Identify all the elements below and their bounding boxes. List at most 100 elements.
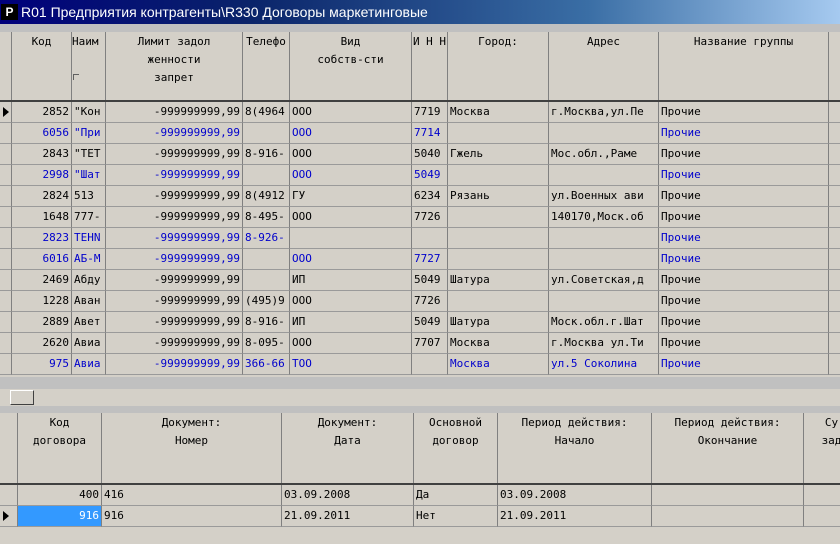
row-indicator[interactable] bbox=[0, 312, 12, 333]
cell-inn[interactable]: 7727 bbox=[412, 249, 448, 270]
cell-gorod[interactable]: Рязань bbox=[448, 186, 549, 207]
cell-gruppa[interactable]: Прочие bbox=[659, 228, 829, 249]
cell-gruppa[interactable]: Прочие bbox=[659, 312, 829, 333]
cell-gorod[interactable]: Шатура bbox=[448, 312, 549, 333]
cell-adres[interactable]: Мос.обл.,Раме bbox=[549, 144, 659, 165]
contracts-grid[interactable]: Код договора Документ: Номер Документ: Дат… bbox=[0, 413, 840, 544]
cell-tel[interactable]: (495)9 bbox=[243, 291, 290, 312]
cell-tel[interactable] bbox=[243, 270, 290, 291]
cell-tel[interactable] bbox=[243, 249, 290, 270]
cell-limit[interactable]: -999999999,99 bbox=[106, 333, 243, 354]
cell-vid[interactable]: ООО bbox=[290, 207, 412, 228]
cell-kod[interactable]: 2620 bbox=[12, 333, 72, 354]
cell-limit[interactable]: -999999999,99 bbox=[106, 291, 243, 312]
column-header-tel[interactable]: Телефо bbox=[243, 32, 290, 100]
cell-kod[interactable]: 2889 bbox=[12, 312, 72, 333]
cell-gorod[interactable] bbox=[448, 291, 549, 312]
cell-inn[interactable] bbox=[412, 354, 448, 375]
cell-gruppa[interactable]: Прочие bbox=[659, 186, 829, 207]
cell-vid[interactable]: ИП bbox=[290, 270, 412, 291]
horizontal-scrollbar[interactable] bbox=[0, 389, 840, 406]
cell-vid[interactable]: ИП bbox=[290, 312, 412, 333]
cell-naim[interactable]: "Кон bbox=[72, 102, 106, 123]
cell-gruppa[interactable]: Прочие bbox=[659, 102, 829, 123]
cell-inn[interactable]: 7726 bbox=[412, 291, 448, 312]
row-indicator[interactable] bbox=[0, 506, 18, 527]
cell-gruppa[interactable]: Прочие bbox=[659, 354, 829, 375]
cell-inn[interactable]: 7707 bbox=[412, 333, 448, 354]
cell-okonch[interactable] bbox=[652, 485, 804, 506]
cell-kod[interactable]: 2824 bbox=[12, 186, 72, 207]
cell-tel[interactable]: 8-095- bbox=[243, 333, 290, 354]
cell-naim[interactable]: "ТЕТ bbox=[72, 144, 106, 165]
cell-inn[interactable]: 5049 bbox=[412, 312, 448, 333]
cell-adres[interactable]: ул.5 Соколина bbox=[549, 354, 659, 375]
cell-nomer[interactable]: 416 bbox=[102, 485, 282, 506]
row-indicator[interactable] bbox=[0, 207, 12, 228]
cell-adres[interactable]: ул.Советская,д bbox=[549, 270, 659, 291]
row-indicator[interactable] bbox=[0, 144, 12, 165]
cell-naim[interactable]: TEHN bbox=[72, 228, 106, 249]
cell-adres[interactable] bbox=[549, 291, 659, 312]
cell-gorod[interactable]: Шатура bbox=[448, 270, 549, 291]
cell-nomer[interactable]: 916 bbox=[102, 506, 282, 527]
cell-osn[interactable]: Да bbox=[414, 485, 498, 506]
cell-gruppa[interactable]: Прочие bbox=[659, 333, 829, 354]
cell-gorod[interactable] bbox=[448, 123, 549, 144]
cell-vid[interactable]: ООО bbox=[290, 333, 412, 354]
cell-vid[interactable]: ООО bbox=[290, 144, 412, 165]
cell-gruppa[interactable]: Прочие bbox=[659, 144, 829, 165]
scrollbar-thumb[interactable] bbox=[10, 390, 34, 405]
cell-adres[interactable] bbox=[549, 249, 659, 270]
cell-inn[interactable] bbox=[412, 228, 448, 249]
row-indicator[interactable] bbox=[0, 270, 12, 291]
cell-gruppa[interactable]: Прочие bbox=[659, 165, 829, 186]
cell-vid[interactable] bbox=[290, 228, 412, 249]
row-indicator[interactable] bbox=[0, 485, 18, 506]
cell-gruppa[interactable]: Прочие bbox=[659, 207, 829, 228]
cell-inn[interactable]: 5040 bbox=[412, 144, 448, 165]
column-header-nomer[interactable]: Документ: Номер bbox=[102, 413, 282, 483]
cell-naim[interactable]: Аван bbox=[72, 291, 106, 312]
cell-kod[interactable]: 2843 bbox=[12, 144, 72, 165]
cell-tel[interactable]: 8-916- bbox=[243, 144, 290, 165]
cell-kod[interactable]: 975 bbox=[12, 354, 72, 375]
cell-kod[interactable]: 2852 bbox=[12, 102, 72, 123]
cell-kod[interactable]: 400 bbox=[18, 485, 102, 506]
column-header-okonch[interactable]: Период действия: Окончание bbox=[652, 413, 804, 483]
cell-naim[interactable]: Авиа bbox=[72, 333, 106, 354]
column-header-kod[interactable]: Код договора bbox=[18, 413, 102, 483]
cell-naim[interactable]: 777- bbox=[72, 207, 106, 228]
cell-naim[interactable]: Авиа bbox=[72, 354, 106, 375]
cell-inn[interactable]: 7719 bbox=[412, 102, 448, 123]
cell-gorod[interactable] bbox=[448, 207, 549, 228]
column-header-gorod[interactable]: Город: bbox=[448, 32, 549, 100]
cell-gorod[interactable]: Москва bbox=[448, 333, 549, 354]
cell-inn[interactable]: 7714 bbox=[412, 123, 448, 144]
cell-limit[interactable]: -999999999,99 bbox=[106, 165, 243, 186]
cell-limit[interactable]: -999999999,99 bbox=[106, 102, 243, 123]
cell-gruppa[interactable]: Прочие bbox=[659, 270, 829, 291]
cell-vid[interactable]: ГУ bbox=[290, 186, 412, 207]
cell-vid[interactable]: ООО bbox=[290, 249, 412, 270]
cell-nachalo[interactable]: 21.09.2011 bbox=[498, 506, 652, 527]
cell-adres[interactable]: 140170,Моск.об bbox=[549, 207, 659, 228]
cell-tel[interactable]: 366-66 bbox=[243, 354, 290, 375]
row-indicator[interactable] bbox=[0, 333, 12, 354]
cell-gorod[interactable]: Москва bbox=[448, 354, 549, 375]
cell-limit[interactable]: -999999999,99 bbox=[106, 123, 243, 144]
cell-tel[interactable] bbox=[243, 165, 290, 186]
cell-vid[interactable]: ООО bbox=[290, 102, 412, 123]
cell-naim[interactable]: "Шат bbox=[72, 165, 106, 186]
cell-kod[interactable]: 1648 bbox=[12, 207, 72, 228]
cell-naim[interactable]: 513 bbox=[72, 186, 106, 207]
cell-okonch[interactable] bbox=[652, 506, 804, 527]
cell-sum[interactable] bbox=[804, 485, 840, 506]
contractors-grid[interactable]: Код Наим Лимит задол женности запрет Телефо… bbox=[0, 32, 840, 377]
row-indicator[interactable] bbox=[0, 249, 12, 270]
cell-data[interactable]: 21.09.2011 bbox=[282, 506, 414, 527]
cell-kod[interactable]: 6056 bbox=[12, 123, 72, 144]
cell-gorod[interactable] bbox=[448, 165, 549, 186]
cell-adres[interactable] bbox=[549, 123, 659, 144]
cell-naim[interactable]: "При bbox=[72, 123, 106, 144]
